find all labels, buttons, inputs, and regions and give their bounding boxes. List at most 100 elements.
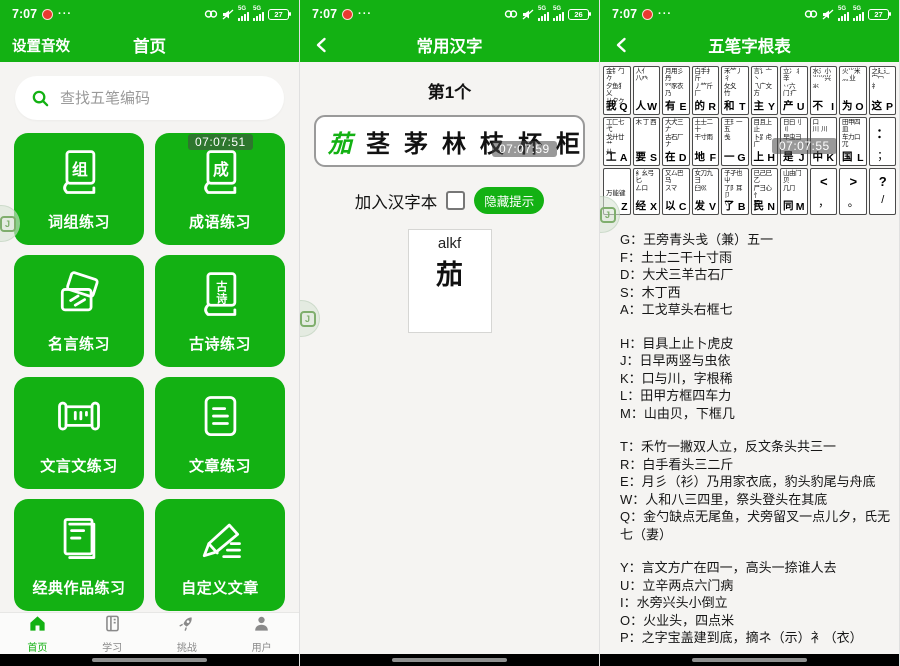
signal-5g-icon: 5G <box>853 7 864 21</box>
mnemonic-line: H：目具上止卜虎皮 <box>620 335 893 353</box>
mnemonic-line: G：王旁青头戋（兼）五一 <box>620 231 893 249</box>
practice-tile[interactable]: 自定义文章 <box>155 499 285 611</box>
floating-assistive-ball[interactable]: J <box>300 300 320 337</box>
back-icon[interactable] <box>312 35 332 55</box>
key-I: 水氵小 ⺌⺍兴 氺 不I <box>810 66 838 115</box>
practice-character: 茄 <box>328 124 352 159</box>
practice-tile[interactable]: 文章练习 <box>155 377 285 489</box>
mnemonic-line: S：木丁西 <box>620 284 893 302</box>
battery-icon: 27 <box>868 9 889 20</box>
wubi-keyboard-chart: 金钅勹𠂊 夕鱼犭乂 儿夕ク匚 我Q人亻 八癶 人W月用彡丹 ⺳豕衣 乃 有E白手… <box>603 66 896 215</box>
hint-character: 茄 <box>409 253 491 292</box>
practice-character: 柜 <box>556 124 580 159</box>
mnemonic-line: T：禾竹一撇双人立，反文条头共三一 <box>620 438 893 456</box>
tile-label: 词组练习 <box>48 211 110 232</box>
tile-label: 文章练习 <box>189 455 251 476</box>
nav-label: 首页 <box>27 639 47 654</box>
nav-label: 用户 <box>252 639 272 654</box>
key-W: 人亻 八癶 人W <box>633 66 661 115</box>
key-O: 火⺌米 灬 业 为O <box>839 66 867 115</box>
mnemonic-line: I：水旁兴头小倒立 <box>620 594 893 612</box>
nav-label: 挑战 <box>177 639 197 654</box>
pencil-icon <box>194 513 246 570</box>
wubi-code: alkf <box>409 235 491 252</box>
key-X: 纟幺弓匕 𠃋口 经X <box>633 168 661 215</box>
battery-icon: 27 <box>268 9 289 20</box>
user-icon <box>252 614 271 638</box>
mnemonic-line: E：月彡（衫）乃用家衣底，豹头豹尾与舟底 <box>620 473 893 491</box>
mute-icon <box>222 9 234 20</box>
book-icon: 古诗 <box>194 269 246 326</box>
app-bar: 设置音效 首页 <box>0 28 299 62</box>
add-to-book-checkbox[interactable] <box>446 191 465 210</box>
key-S: 木 丁 西 要S <box>633 117 661 166</box>
mnemonic-line: Q：金勺缺点无尾鱼，犬旁留叉一点儿夕，氏无七（妻） <box>620 508 893 543</box>
mnemonic-text: G：王旁青头戋（兼）五一F：土士二干十寸雨D：大犬三羊古石厂S：木丁西A：工戈草… <box>600 231 899 647</box>
home-icon <box>28 614 47 638</box>
search-bar[interactable] <box>15 76 284 120</box>
key-N: 已己巳乙 尸⺕心忄 羽 民N <box>751 168 779 215</box>
signal-5g-icon: 5G <box>538 7 549 21</box>
nav-item[interactable]: 首页 <box>0 613 75 654</box>
nav-item[interactable]: 挑战 <box>150 613 225 654</box>
key-Q: 金钅勹𠂊 夕鱼犭乂 儿夕ク匚 我Q <box>603 66 631 115</box>
mnemonic-line: P：之字宝盖建到底，摘ネ（示）衤（衣） <box>620 629 893 647</box>
gesture-bar[interactable] <box>300 654 599 666</box>
key-C: 又厶巴马 スマ 以C <box>662 168 690 215</box>
key-Y: 言讠亠丶 乁广文 方 主Y <box>751 66 779 115</box>
mnemonic-line: M：山由贝，下框几 <box>620 405 893 423</box>
tile-label: 名言练习 <box>48 333 110 354</box>
key-punct: ?/ <box>869 168 897 215</box>
mute-icon <box>822 9 834 20</box>
notebook-icon <box>53 513 105 570</box>
gesture-bar[interactable] <box>600 654 899 666</box>
svg-text:古: 古 <box>216 279 227 293</box>
page-title: 五笔字根表 <box>600 33 899 57</box>
doc-icon <box>194 391 246 448</box>
link-icon <box>804 9 818 19</box>
key-P: 之廴辶 宀冖 礻 这P <box>869 66 897 115</box>
practice-character: 茎 <box>366 124 390 159</box>
mnemonic-line: R：白手看头三二斤 <box>620 456 893 474</box>
mnemonic-line: J：日早两竖与虫依 <box>620 352 893 370</box>
practice-character: 林 <box>442 124 466 159</box>
more-dots-icon: ··· <box>658 8 672 20</box>
study-icon <box>103 614 122 638</box>
tile-label: 文言文练习 <box>40 455 118 476</box>
practice-tile[interactable]: 经典作品练习 <box>14 499 144 611</box>
hide-hint-button[interactable]: 隐藏提示 <box>474 187 544 214</box>
mnemonic-line: F：土士二干十寸雨 <box>620 249 893 267</box>
search-icon <box>31 89 50 108</box>
practice-tile[interactable]: 古诗 古诗练习 <box>155 255 285 367</box>
screen-genbiao: 7:07 ··· 5G 5G 27 五笔字根表 金钅勹𠂊 夕鱼犭乂 儿夕ク匚 我… <box>600 0 900 666</box>
mnemonic-line: L：田甲方框四车力 <box>620 387 893 405</box>
signal-5g-icon: 5G <box>253 7 264 21</box>
practice-tile[interactable]: 名言练习 <box>14 255 144 367</box>
mnemonic-line: W：人和八三四里，祭头登头在其底 <box>620 491 893 509</box>
app-bar: 常用汉字 <box>300 28 599 62</box>
sound-settings-button[interactable]: 设置音效 <box>12 35 70 56</box>
key-punct: <， <box>810 168 838 215</box>
more-dots-icon: ··· <box>358 8 372 20</box>
nav-item[interactable]: 学习 <box>75 613 150 654</box>
key-punct: ：； <box>869 117 897 166</box>
back-icon[interactable] <box>612 35 632 55</box>
tile-label: 成语练习 <box>189 211 251 232</box>
svg-text:诗: 诗 <box>216 291 227 305</box>
tile-label: 古诗练习 <box>189 333 251 354</box>
search-input[interactable] <box>60 90 268 107</box>
nav-label: 学习 <box>102 639 122 654</box>
home-indicator <box>692 658 807 662</box>
key-A: 工匚七弋 戈廾廿艹 ⼶ 工A <box>603 117 631 166</box>
gesture-bar[interactable] <box>0 654 299 666</box>
practice-grid: 组 词组练习成 成语练习 名言练习古诗 古诗练习 文言文练习 文章练习 经典作品… <box>14 133 285 611</box>
practice-tile[interactable]: 文言文练习 <box>14 377 144 489</box>
key-U: 立冫丬辛 丷六 门 疒 产U <box>780 66 808 115</box>
recorder-icon <box>42 9 53 20</box>
char-counter: 第1个 <box>300 78 599 103</box>
practice-tile[interactable]: 组 词组练习 <box>14 133 144 245</box>
key-V: 女刀九彐 臼巛 发V <box>692 168 720 215</box>
signal-5g-icon: 5G <box>553 7 564 21</box>
nav-item[interactable]: 用户 <box>224 613 299 654</box>
key-R: 白手扌斤 丿⺮斤 厂 的R <box>692 66 720 115</box>
